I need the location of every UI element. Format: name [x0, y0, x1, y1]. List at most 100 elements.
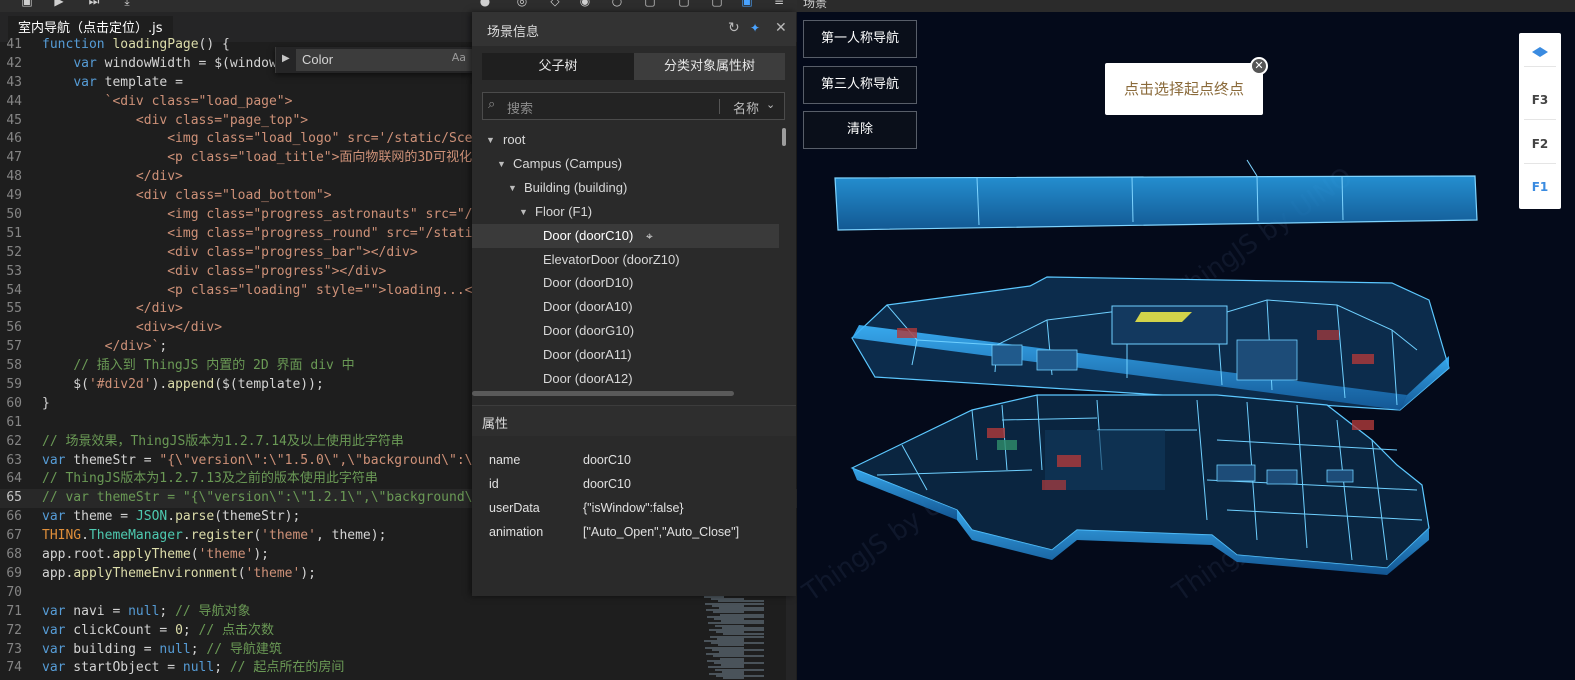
tree-node-label: Door (doorA11) — [543, 347, 632, 363]
floor-f3[interactable] — [834, 159, 1478, 231]
hint-text: 点击选择起点终点 — [1123, 80, 1244, 98]
tree-node[interactable]: ▼ Campus (Campus) — [472, 152, 779, 176]
line-number: 58 — [6, 358, 22, 374]
fast-forward-icon[interactable]: ⏭ — [87, 0, 101, 8]
layers-icon[interactable] — [1519, 38, 1561, 68]
floor-divider — [1524, 163, 1556, 164]
tree-node[interactable]: Door (doorA12) — [472, 367, 779, 391]
code-text: $('#div2d').append($(template)); — [42, 377, 324, 393]
floor-f2[interactable] — [851, 276, 1450, 411]
scene-info-panel: 场景信息 ↻ ✦ ✕ 父子树 分类对象属性树 ⌕ 搜索 名称 ⌄ ▼ root ▼ C… — [472, 12, 796, 596]
search-divider — [719, 99, 720, 114]
refresh-icon[interactable]: ○ — [610, 0, 624, 8]
code-line[interactable]: 72 var clickCount = 0; // 点击次数 — [0, 622, 797, 641]
tree-node-label: root — [503, 132, 526, 147]
line-number: 43 — [6, 74, 22, 90]
list-icon[interactable]: ≡ — [772, 0, 786, 8]
line-number: 64 — [6, 471, 22, 487]
first-person-nav-button[interactable]: 第一人称导航 — [803, 20, 917, 58]
code-text: <p class="load_title">面向物联网的3D可视化 — [167, 150, 473, 166]
code-text: app.root.applyTheme('theme'); — [42, 547, 270, 563]
match-case-button[interactable]: Aa — [452, 51, 466, 64]
tree-node[interactable]: ElevatorDoor (doorZ10) — [472, 248, 779, 272]
save-icon[interactable]: ▣ — [20, 0, 34, 8]
line-number: 60 — [6, 395, 22, 411]
line-number: 72 — [6, 622, 22, 638]
search-field-select[interactable]: 名称 — [733, 98, 759, 117]
tree-node[interactable]: Door (doorD10) — [472, 271, 779, 295]
code-text: // var themeStr = "{\"version\":\"1.2.1\… — [42, 490, 481, 506]
expand-toggle-icon[interactable]: ▼ — [486, 128, 495, 152]
clipboard-icon[interactable]: ▢ — [710, 0, 724, 8]
tab-parent-tree[interactable]: 父子树 — [482, 53, 634, 80]
code-line[interactable]: 71 var navi = null; // 导航对象 — [0, 603, 797, 622]
scene-info-icon[interactable]: ▣ — [740, 0, 754, 8]
line-number: 42 — [6, 55, 22, 71]
code-line[interactable]: 74 var startObject = null; // 起点所在的房间 — [0, 659, 797, 678]
expand-toggle-icon[interactable]: ▼ — [519, 200, 528, 224]
globe-icon[interactable]: ◎ — [515, 0, 529, 8]
export-icon[interactable]: ▢ — [677, 0, 691, 8]
close-icon[interactable]: ✕ — [775, 20, 787, 36]
find-input[interactable]: Color — [296, 49, 472, 71]
code-text: <div class="load_bottom"> — [135, 188, 332, 204]
property-value[interactable]: {"isWindow":false} — [583, 501, 684, 515]
line-number: 57 — [6, 339, 22, 355]
layers-icon[interactable]: ◇ — [548, 0, 562, 8]
search-input[interactable]: 搜索 — [507, 98, 533, 117]
tree-scrollbar-vertical[interactable] — [782, 128, 786, 146]
copy-icon[interactable]: ▢ — [643, 0, 657, 8]
scene-viewport[interactable]: 场景 ThingJS by UINO ThingJS by UINO Thing… — [797, 0, 1575, 680]
locate-icon[interactable]: ⌖ — [646, 224, 653, 248]
floor-f2-button[interactable]: F2 — [1519, 137, 1561, 151]
tree-node[interactable]: Door (doorA11) — [472, 343, 779, 367]
chevron-down-icon[interactable]: ⌄ — [766, 98, 775, 111]
line-number: 71 — [6, 603, 22, 619]
code-line[interactable]: 73 var building = null; // 导航建筑 — [0, 641, 797, 660]
download-icon[interactable]: ⤓ — [120, 0, 134, 8]
tree-node-label: Door (doorA12) — [543, 371, 633, 386]
code-text: var navi = null; // 导航对象 — [42, 603, 251, 619]
tab-category-tree[interactable]: 分类对象属性树 — [634, 53, 785, 80]
tree-node[interactable]: ▼ Building (building) — [472, 176, 779, 200]
find-widget: ▶ Color Aa — [275, 47, 472, 73]
property-row: name doorC10 — [472, 449, 796, 473]
tree-node[interactable]: Door (doorA10) — [472, 295, 779, 319]
property-value[interactable]: ["Auto_Open","Auto_Close"] — [583, 525, 739, 539]
editor-toolbar: ▣ ▶ ⏭ ⤓ ● ◎ ◇ ◉ ○ ▢ ▢ ▢ ▣ ≡ — [0, 0, 797, 12]
code-text: <img class="progress_round" src="/static — [167, 225, 481, 241]
pin-icon[interactable]: ✦ — [750, 21, 760, 35]
expand-toggle-icon[interactable]: ▼ — [508, 176, 517, 200]
expand-toggle-icon[interactable]: ▼ — [497, 152, 506, 176]
close-icon[interactable]: ✕ — [1250, 57, 1268, 75]
toggle-replace-icon[interactable]: ▶ — [282, 53, 290, 64]
record-icon[interactable]: ● — [478, 0, 492, 8]
refresh-icon[interactable]: ↻ — [728, 20, 740, 36]
third-person-nav-button[interactable]: 第三人称导航 — [803, 66, 917, 104]
clear-button[interactable]: 清除 — [803, 111, 917, 149]
share-icon[interactable]: ◉ — [578, 0, 592, 8]
tree-node[interactable]: ▼ Floor (F1) — [472, 200, 779, 224]
tree-node-label: Door (doorC10) — [543, 227, 634, 243]
property-value[interactable]: doorC10 — [583, 477, 631, 491]
run-icon[interactable]: ▶ — [52, 0, 66, 8]
tree-search: ⌕ 搜索 名称 ⌄ — [482, 92, 785, 120]
floor-f1-button[interactable]: F1 — [1519, 180, 1561, 194]
tree-node[interactable]: Door (doorG10) — [472, 319, 779, 343]
code-text: </div>`; — [104, 339, 168, 355]
floor-f1[interactable] — [850, 394, 1430, 575]
floor-f3-button[interactable]: F3 — [1519, 93, 1561, 107]
property-value[interactable]: doorC10 — [583, 453, 631, 467]
code-text: var building = null; // 导航建筑 — [42, 641, 282, 657]
tree-scrollbar-horizontal[interactable] — [472, 391, 734, 396]
code-text: var theme = JSON.parse(themeStr); — [42, 509, 301, 525]
code-text: `<div class="load_page"> — [104, 93, 293, 109]
property-row: userData {"isWindow":false} — [472, 497, 796, 521]
tree-node[interactable]: ▼ root — [472, 128, 779, 152]
tree-node[interactable]: Door (doorC10) ⌖ — [472, 223, 779, 248]
code-text: <img class="load_logo" src='/static/Scen — [167, 131, 481, 147]
find-input-value: Color — [302, 52, 334, 67]
minimap[interactable] — [704, 596, 784, 680]
line-number: 54 — [6, 282, 22, 298]
line-number: 65 — [6, 490, 22, 506]
